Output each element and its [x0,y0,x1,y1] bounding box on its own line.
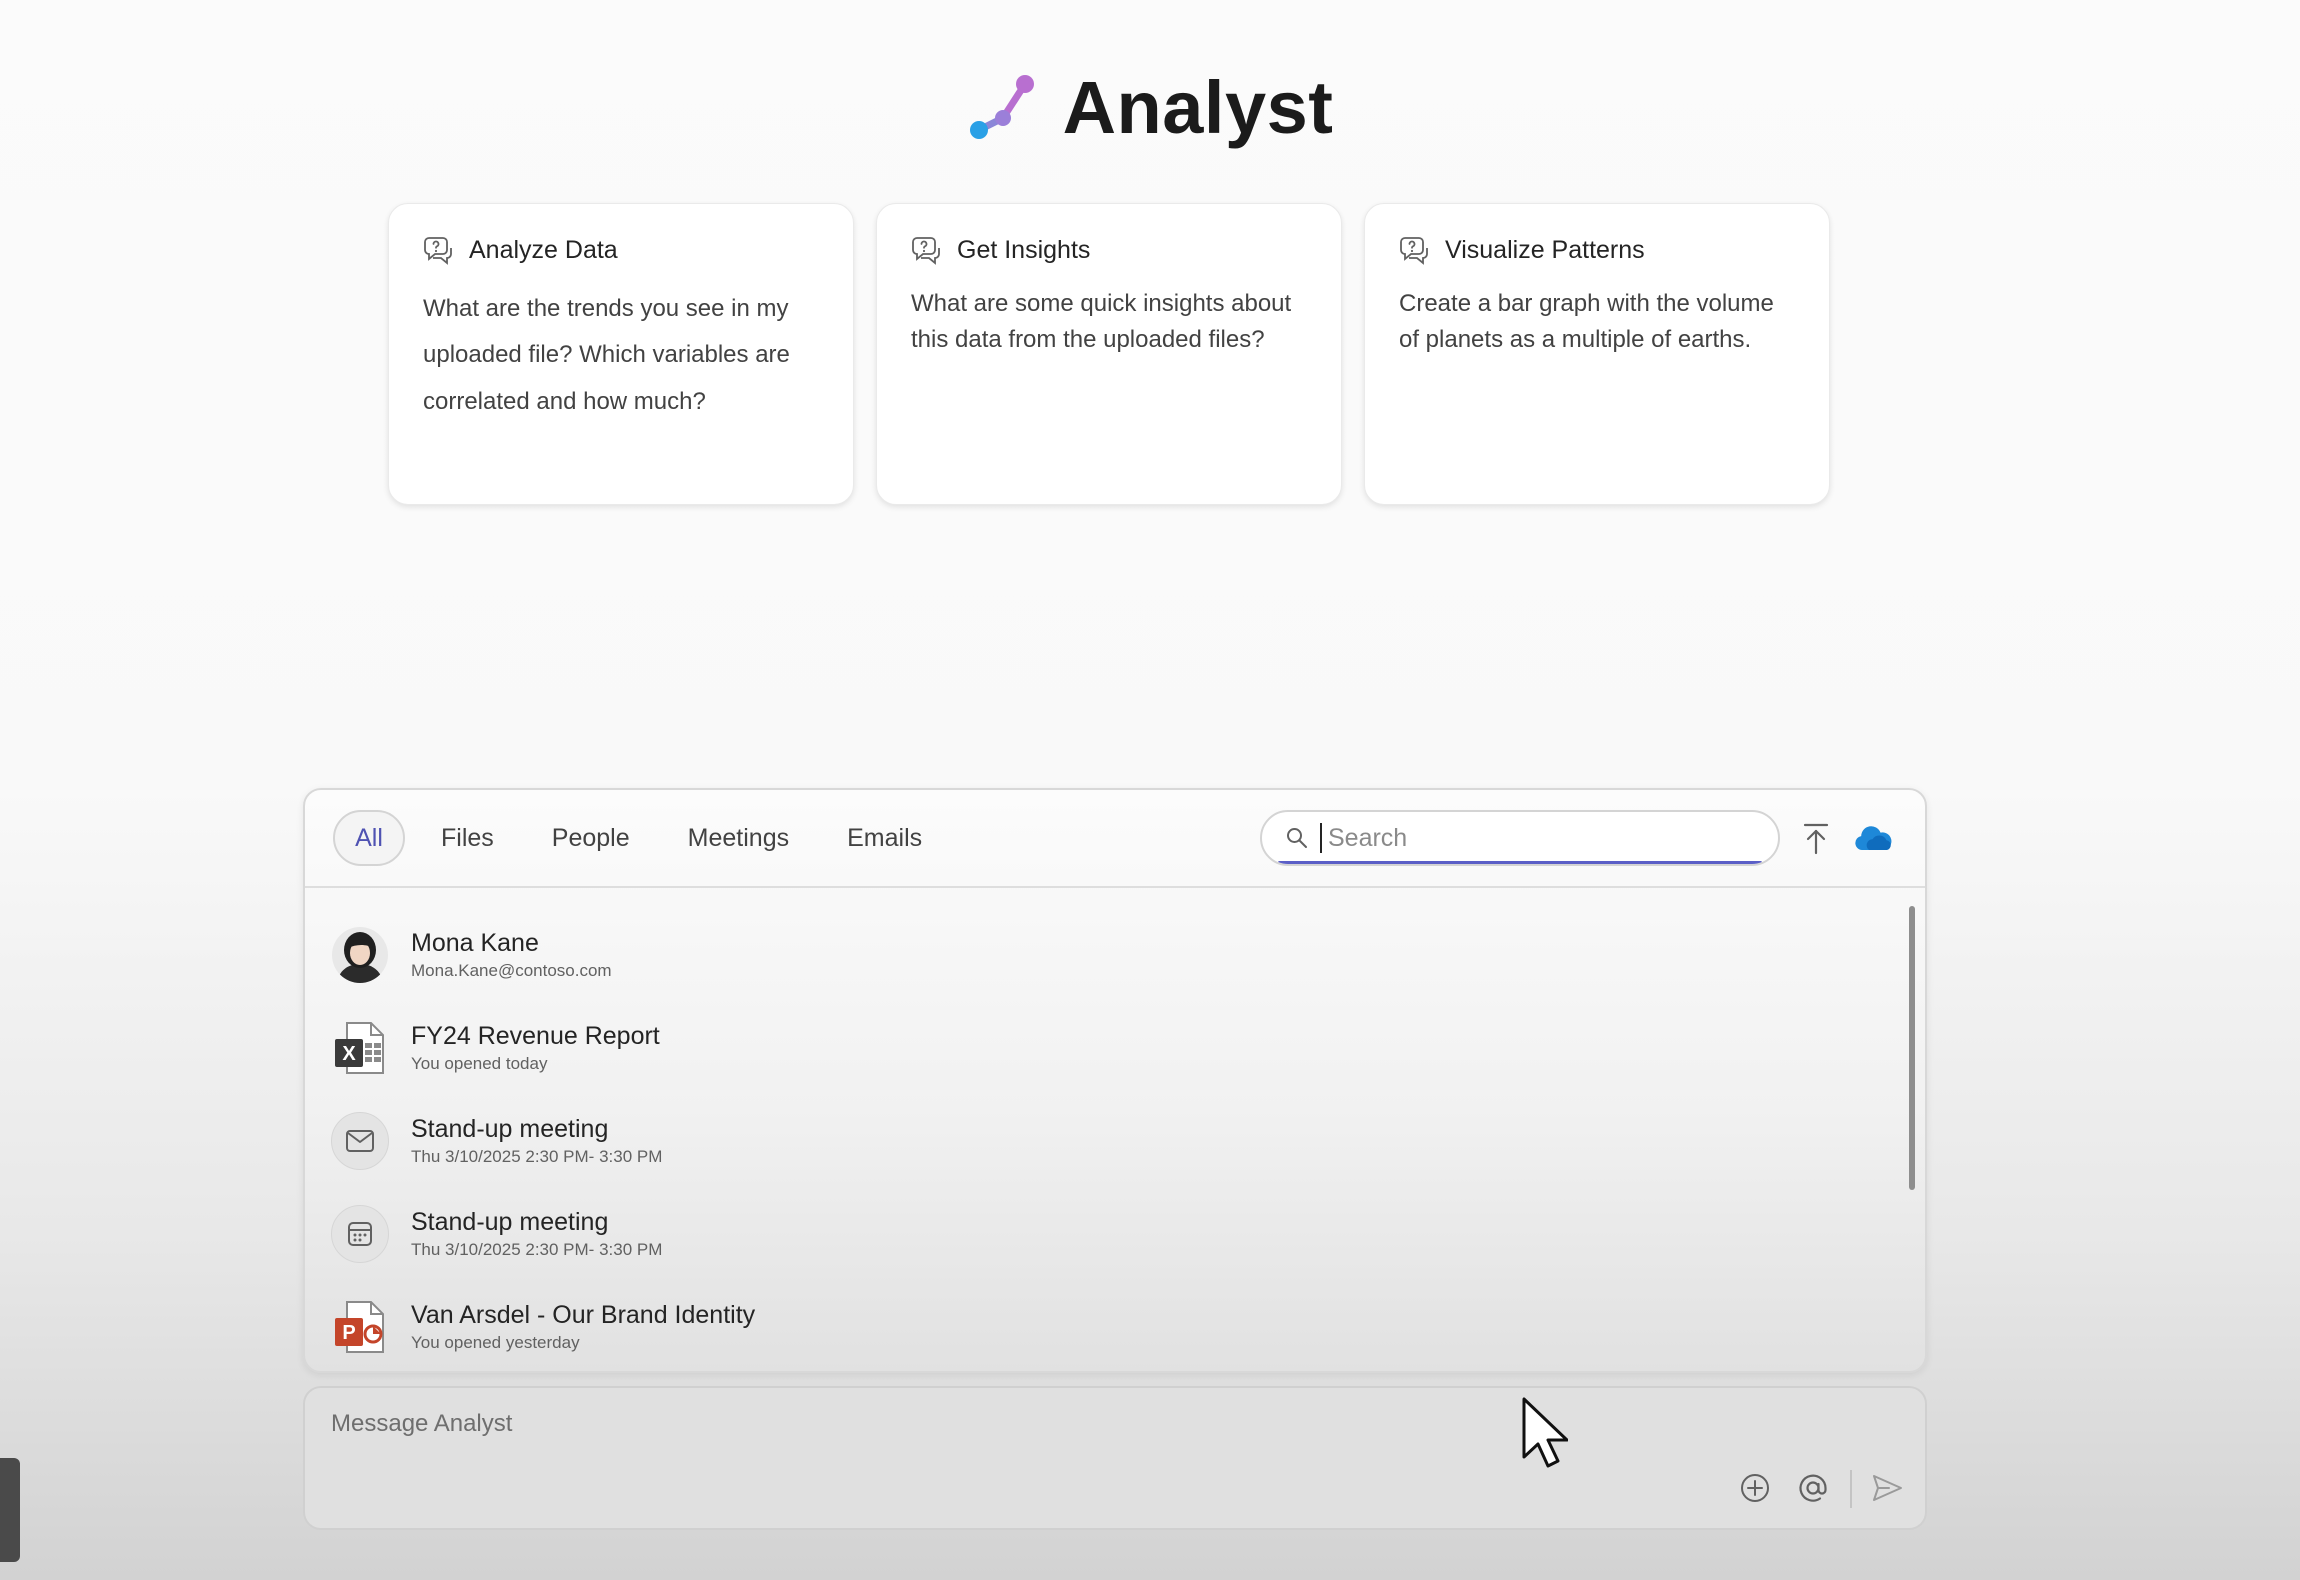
mention-icon[interactable] [1795,1470,1831,1506]
svg-text:P: P [342,1322,355,1344]
results-list: Mona Kane Mona.Kane@contoso.com X FY24 R… [305,888,1925,1371]
side-panel-handle[interactable] [0,1458,20,1562]
message-input[interactable] [331,1410,1531,1450]
search-input[interactable] [1328,823,1748,853]
card-title: Analyze Data [469,235,618,264]
mail-icon [331,1111,389,1170]
excel-file-icon: X [331,1019,389,1077]
tab-all[interactable]: All [333,810,405,866]
item-title: Van Arsdel - Our Brand Identity [411,1301,756,1329]
svg-text:X: X [342,1043,356,1065]
mouse-cursor-icon [1522,1397,1568,1468]
item-title: Stand-up meeting [411,1115,609,1143]
context-picker-panel: All Files People Meetings Emails Search … [303,788,1927,1373]
avatar [331,926,389,984]
app-title: Analyst [1062,65,1334,149]
onedrive-cloud-icon[interactable] [1853,824,1893,852]
item-subtitle: Thu 3/10/2025 2:30 PM- 3:30 PM [411,1240,663,1259]
prompt-cards: Analyze Data What are the trends you see… [388,203,1830,505]
upload-icon[interactable] [1801,822,1831,856]
card-text: What are the trends you see in my upload… [423,295,790,415]
item-subtitle: You opened today [411,1054,548,1073]
prompt-card-visualize-patterns[interactable]: Visualize Patterns Create a bar graph wi… [1364,203,1830,505]
item-subtitle: Mona.Kane@contoso.com [411,961,612,980]
send-icon[interactable] [1869,1470,1905,1506]
search-icon [1287,828,1307,848]
prompt-card-get-insights[interactable]: Get Insights What are some quick insight… [876,203,1342,505]
prompt-card-analyze-data[interactable]: Analyze Data What are the trends you see… [388,203,854,505]
list-item-person[interactable]: Mona Kane Mona.Kane@contoso.com [305,908,1925,1001]
card-text: What are some quick insights about this … [911,290,1292,353]
item-title: Mona Kane [411,929,539,957]
list-item-email[interactable]: Stand-up meeting Thu 3/10/2025 2:30 PM- … [305,1094,1925,1187]
item-title: Stand-up meeting [411,1208,609,1236]
toolbar-divider [1850,1470,1852,1508]
card-title: Get Insights [957,235,1091,264]
list-item-file[interactable]: X FY24 Revenue Report You opened today [305,1001,1925,1094]
calendar-icon [331,1204,389,1263]
list-item-file[interactable]: P Van Arsdel - Our Brand Identity You op… [305,1280,1925,1371]
add-icon[interactable] [1737,1470,1773,1506]
item-title: FY24 Revenue Report [411,1022,660,1050]
search-box[interactable] [1260,810,1780,866]
item-subtitle: Thu 3/10/2025 2:30 PM- 3:30 PM [411,1147,663,1166]
card-text: Create a bar graph with the volume of pl… [1399,290,1774,353]
scrollbar[interactable] [1909,906,1915,1190]
text-caret [1320,823,1322,853]
powerpoint-file-icon: P [331,1298,389,1356]
message-composer [303,1386,1927,1530]
app-header: Analyst [0,52,2300,162]
analyst-logo-icon [969,75,1034,139]
tab-people[interactable]: People [552,824,630,853]
chat-question-icon [1400,237,1428,265]
tab-meetings[interactable]: Meetings [688,824,789,853]
item-subtitle: You opened yesterday [411,1333,580,1352]
tab-emails[interactable]: Emails [847,824,922,853]
picker-toolbar: All Files People Meetings Emails [305,790,1925,888]
card-title: Visualize Patterns [1445,235,1645,264]
chat-question-icon [424,237,452,265]
list-item-meeting[interactable]: Stand-up meeting Thu 3/10/2025 2:30 PM- … [305,1187,1925,1280]
chat-question-icon [912,237,940,265]
tab-files[interactable]: Files [441,824,494,853]
